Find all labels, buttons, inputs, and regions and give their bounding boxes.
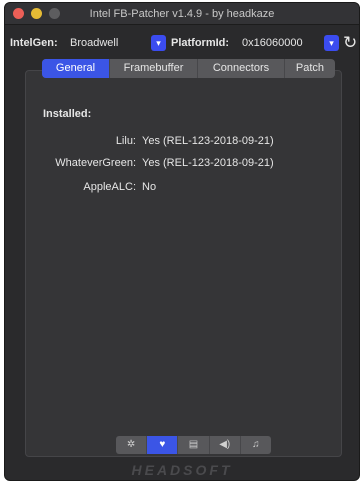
heart-icon[interactable]: ♥ xyxy=(147,436,179,454)
tab-bar: General Framebuffer Connectors Patch xyxy=(42,59,335,78)
tab-connectors[interactable]: Connectors xyxy=(198,59,285,78)
kext-status: No xyxy=(142,181,157,193)
kext-name: WhateverGreen: xyxy=(55,157,136,169)
tab-patch[interactable]: Patch xyxy=(285,59,335,78)
window-title: Intel FB-Patcher v1.4.9 - by headkaze xyxy=(89,8,275,20)
installed-heading: Installed: xyxy=(43,108,92,120)
general-panel: Installed: Lilu: Yes (REL-123-2018-09-21… xyxy=(25,70,342,457)
toolbar: IntelGen: Broadwell ▾ PlatformId: 0x1606… xyxy=(5,31,359,57)
refresh-icon[interactable]: ↻ xyxy=(343,33,357,53)
gear-icon[interactable]: ✲ xyxy=(116,436,148,454)
music-icon[interactable]: ♫ xyxy=(241,436,271,454)
title-bar: Intel FB-Patcher v1.4.9 - by headkaze xyxy=(5,3,359,25)
chevron-down-icon: ▾ xyxy=(151,35,166,51)
intelgen-value: Broadwell xyxy=(70,37,119,49)
platformid-select[interactable]: 0x16060000 ▾ xyxy=(239,34,339,52)
intelgen-label: IntelGen: xyxy=(10,37,58,49)
brand-logo: HEADSOFT xyxy=(131,462,233,478)
bottom-segment-bar: ✲ ♥ ▤ ◀) ♫ xyxy=(116,436,271,454)
kext-name: Lilu: xyxy=(115,135,136,147)
app-window: Intel FB-Patcher v1.4.9 - by headkaze In… xyxy=(4,2,360,481)
tab-general[interactable]: General xyxy=(42,59,110,78)
kext-name: AppleALC: xyxy=(83,181,136,193)
chevron-down-icon: ▾ xyxy=(324,35,339,51)
platformid-label: PlatformId: xyxy=(171,37,230,49)
kext-status: Yes (REL-123-2018-09-21) xyxy=(142,135,274,147)
speaker-icon[interactable]: ◀) xyxy=(210,436,241,454)
tab-framebuffer[interactable]: Framebuffer xyxy=(110,59,198,78)
kext-status: Yes (REL-123-2018-09-21) xyxy=(142,157,274,169)
document-icon[interactable]: ▤ xyxy=(178,436,210,454)
platformid-value: 0x16060000 xyxy=(242,37,303,49)
intelgen-select[interactable]: Broadwell ▾ xyxy=(67,34,166,52)
